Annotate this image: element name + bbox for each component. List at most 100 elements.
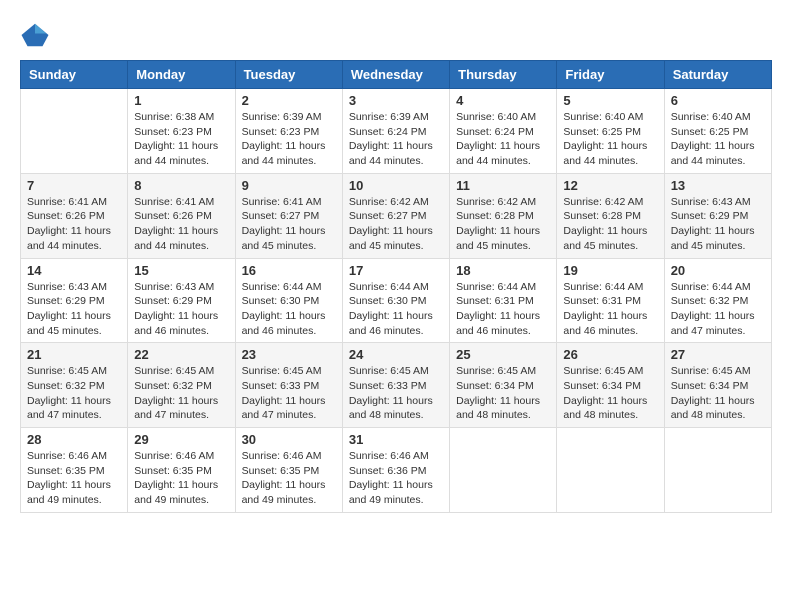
calendar-header-row: SundayMondayTuesdayWednesdayThursdayFrid…: [21, 61, 772, 89]
day-info: Sunrise: 6:45 AMSunset: 6:33 PMDaylight:…: [242, 364, 336, 423]
day-number: 18: [456, 263, 550, 278]
calendar-cell: 5 Sunrise: 6:40 AMSunset: 6:25 PMDayligh…: [557, 89, 664, 174]
day-number: 8: [134, 178, 228, 193]
calendar-cell: 29 Sunrise: 6:46 AMSunset: 6:35 PMDaylig…: [128, 428, 235, 513]
day-number: 1: [134, 93, 228, 108]
header-thursday: Thursday: [450, 61, 557, 89]
day-number: 31: [349, 432, 443, 447]
calendar-cell: 31 Sunrise: 6:46 AMSunset: 6:36 PMDaylig…: [342, 428, 449, 513]
day-info: Sunrise: 6:46 AMSunset: 6:35 PMDaylight:…: [134, 449, 228, 508]
day-number: 27: [671, 347, 765, 362]
day-number: 16: [242, 263, 336, 278]
day-number: 29: [134, 432, 228, 447]
header-sunday: Sunday: [21, 61, 128, 89]
day-info: Sunrise: 6:44 AMSunset: 6:31 PMDaylight:…: [563, 280, 657, 339]
day-info: Sunrise: 6:40 AMSunset: 6:25 PMDaylight:…: [671, 110, 765, 169]
day-info: Sunrise: 6:41 AMSunset: 6:26 PMDaylight:…: [27, 195, 121, 254]
day-number: 19: [563, 263, 657, 278]
calendar-cell: 4 Sunrise: 6:40 AMSunset: 6:24 PMDayligh…: [450, 89, 557, 174]
day-number: 24: [349, 347, 443, 362]
day-number: 15: [134, 263, 228, 278]
day-number: 6: [671, 93, 765, 108]
week-row-0: 1 Sunrise: 6:38 AMSunset: 6:23 PMDayligh…: [21, 89, 772, 174]
week-row-2: 14 Sunrise: 6:43 AMSunset: 6:29 PMDaylig…: [21, 258, 772, 343]
day-info: Sunrise: 6:43 AMSunset: 6:29 PMDaylight:…: [134, 280, 228, 339]
day-number: 30: [242, 432, 336, 447]
calendar-cell: 15 Sunrise: 6:43 AMSunset: 6:29 PMDaylig…: [128, 258, 235, 343]
calendar-cell: 9 Sunrise: 6:41 AMSunset: 6:27 PMDayligh…: [235, 173, 342, 258]
day-info: Sunrise: 6:39 AMSunset: 6:24 PMDaylight:…: [349, 110, 443, 169]
day-number: 23: [242, 347, 336, 362]
week-row-1: 7 Sunrise: 6:41 AMSunset: 6:26 PMDayligh…: [21, 173, 772, 258]
day-number: 5: [563, 93, 657, 108]
day-number: 7: [27, 178, 121, 193]
calendar-cell: 1 Sunrise: 6:38 AMSunset: 6:23 PMDayligh…: [128, 89, 235, 174]
day-number: 28: [27, 432, 121, 447]
day-info: Sunrise: 6:43 AMSunset: 6:29 PMDaylight:…: [27, 280, 121, 339]
day-number: 2: [242, 93, 336, 108]
week-row-3: 21 Sunrise: 6:45 AMSunset: 6:32 PMDaylig…: [21, 343, 772, 428]
calendar-table: SundayMondayTuesdayWednesdayThursdayFrid…: [20, 60, 772, 513]
day-number: 20: [671, 263, 765, 278]
calendar-cell: 8 Sunrise: 6:41 AMSunset: 6:26 PMDayligh…: [128, 173, 235, 258]
day-info: Sunrise: 6:42 AMSunset: 6:28 PMDaylight:…: [563, 195, 657, 254]
header-wednesday: Wednesday: [342, 61, 449, 89]
day-info: Sunrise: 6:42 AMSunset: 6:27 PMDaylight:…: [349, 195, 443, 254]
day-number: 13: [671, 178, 765, 193]
day-info: Sunrise: 6:42 AMSunset: 6:28 PMDaylight:…: [456, 195, 550, 254]
day-info: Sunrise: 6:46 AMSunset: 6:36 PMDaylight:…: [349, 449, 443, 508]
calendar-cell: 25 Sunrise: 6:45 AMSunset: 6:34 PMDaylig…: [450, 343, 557, 428]
day-number: 11: [456, 178, 550, 193]
calendar-cell: [21, 89, 128, 174]
calendar-cell: 21 Sunrise: 6:45 AMSunset: 6:32 PMDaylig…: [21, 343, 128, 428]
day-info: Sunrise: 6:45 AMSunset: 6:34 PMDaylight:…: [456, 364, 550, 423]
day-info: Sunrise: 6:39 AMSunset: 6:23 PMDaylight:…: [242, 110, 336, 169]
day-info: Sunrise: 6:45 AMSunset: 6:34 PMDaylight:…: [671, 364, 765, 423]
day-number: 10: [349, 178, 443, 193]
logo: [20, 20, 54, 50]
calendar-cell: 27 Sunrise: 6:45 AMSunset: 6:34 PMDaylig…: [664, 343, 771, 428]
calendar-cell: 24 Sunrise: 6:45 AMSunset: 6:33 PMDaylig…: [342, 343, 449, 428]
day-number: 12: [563, 178, 657, 193]
day-number: 17: [349, 263, 443, 278]
calendar-cell: 16 Sunrise: 6:44 AMSunset: 6:30 PMDaylig…: [235, 258, 342, 343]
calendar-cell: 22 Sunrise: 6:45 AMSunset: 6:32 PMDaylig…: [128, 343, 235, 428]
day-info: Sunrise: 6:41 AMSunset: 6:26 PMDaylight:…: [134, 195, 228, 254]
calendar-cell: 2 Sunrise: 6:39 AMSunset: 6:23 PMDayligh…: [235, 89, 342, 174]
header-friday: Friday: [557, 61, 664, 89]
day-info: Sunrise: 6:38 AMSunset: 6:23 PMDaylight:…: [134, 110, 228, 169]
day-number: 26: [563, 347, 657, 362]
day-info: Sunrise: 6:45 AMSunset: 6:32 PMDaylight:…: [134, 364, 228, 423]
day-info: Sunrise: 6:43 AMSunset: 6:29 PMDaylight:…: [671, 195, 765, 254]
day-info: Sunrise: 6:45 AMSunset: 6:33 PMDaylight:…: [349, 364, 443, 423]
logo-icon: [20, 20, 50, 50]
calendar-cell: [450, 428, 557, 513]
day-info: Sunrise: 6:44 AMSunset: 6:32 PMDaylight:…: [671, 280, 765, 339]
calendar-cell: 17 Sunrise: 6:44 AMSunset: 6:30 PMDaylig…: [342, 258, 449, 343]
header-saturday: Saturday: [664, 61, 771, 89]
header: [20, 20, 772, 50]
calendar-cell: 3 Sunrise: 6:39 AMSunset: 6:24 PMDayligh…: [342, 89, 449, 174]
day-info: Sunrise: 6:40 AMSunset: 6:25 PMDaylight:…: [563, 110, 657, 169]
calendar-cell: 14 Sunrise: 6:43 AMSunset: 6:29 PMDaylig…: [21, 258, 128, 343]
header-monday: Monday: [128, 61, 235, 89]
calendar-cell: 28 Sunrise: 6:46 AMSunset: 6:35 PMDaylig…: [21, 428, 128, 513]
calendar-cell: [557, 428, 664, 513]
calendar-cell: 30 Sunrise: 6:46 AMSunset: 6:35 PMDaylig…: [235, 428, 342, 513]
calendar-cell: 26 Sunrise: 6:45 AMSunset: 6:34 PMDaylig…: [557, 343, 664, 428]
calendar-cell: 11 Sunrise: 6:42 AMSunset: 6:28 PMDaylig…: [450, 173, 557, 258]
calendar-cell: 20 Sunrise: 6:44 AMSunset: 6:32 PMDaylig…: [664, 258, 771, 343]
week-row-4: 28 Sunrise: 6:46 AMSunset: 6:35 PMDaylig…: [21, 428, 772, 513]
day-info: Sunrise: 6:44 AMSunset: 6:30 PMDaylight:…: [349, 280, 443, 339]
day-info: Sunrise: 6:41 AMSunset: 6:27 PMDaylight:…: [242, 195, 336, 254]
day-number: 25: [456, 347, 550, 362]
day-info: Sunrise: 6:44 AMSunset: 6:31 PMDaylight:…: [456, 280, 550, 339]
day-number: 3: [349, 93, 443, 108]
day-number: 9: [242, 178, 336, 193]
day-info: Sunrise: 6:46 AMSunset: 6:35 PMDaylight:…: [27, 449, 121, 508]
day-info: Sunrise: 6:46 AMSunset: 6:35 PMDaylight:…: [242, 449, 336, 508]
day-info: Sunrise: 6:45 AMSunset: 6:32 PMDaylight:…: [27, 364, 121, 423]
calendar-cell: 19 Sunrise: 6:44 AMSunset: 6:31 PMDaylig…: [557, 258, 664, 343]
calendar-cell: 13 Sunrise: 6:43 AMSunset: 6:29 PMDaylig…: [664, 173, 771, 258]
day-number: 22: [134, 347, 228, 362]
